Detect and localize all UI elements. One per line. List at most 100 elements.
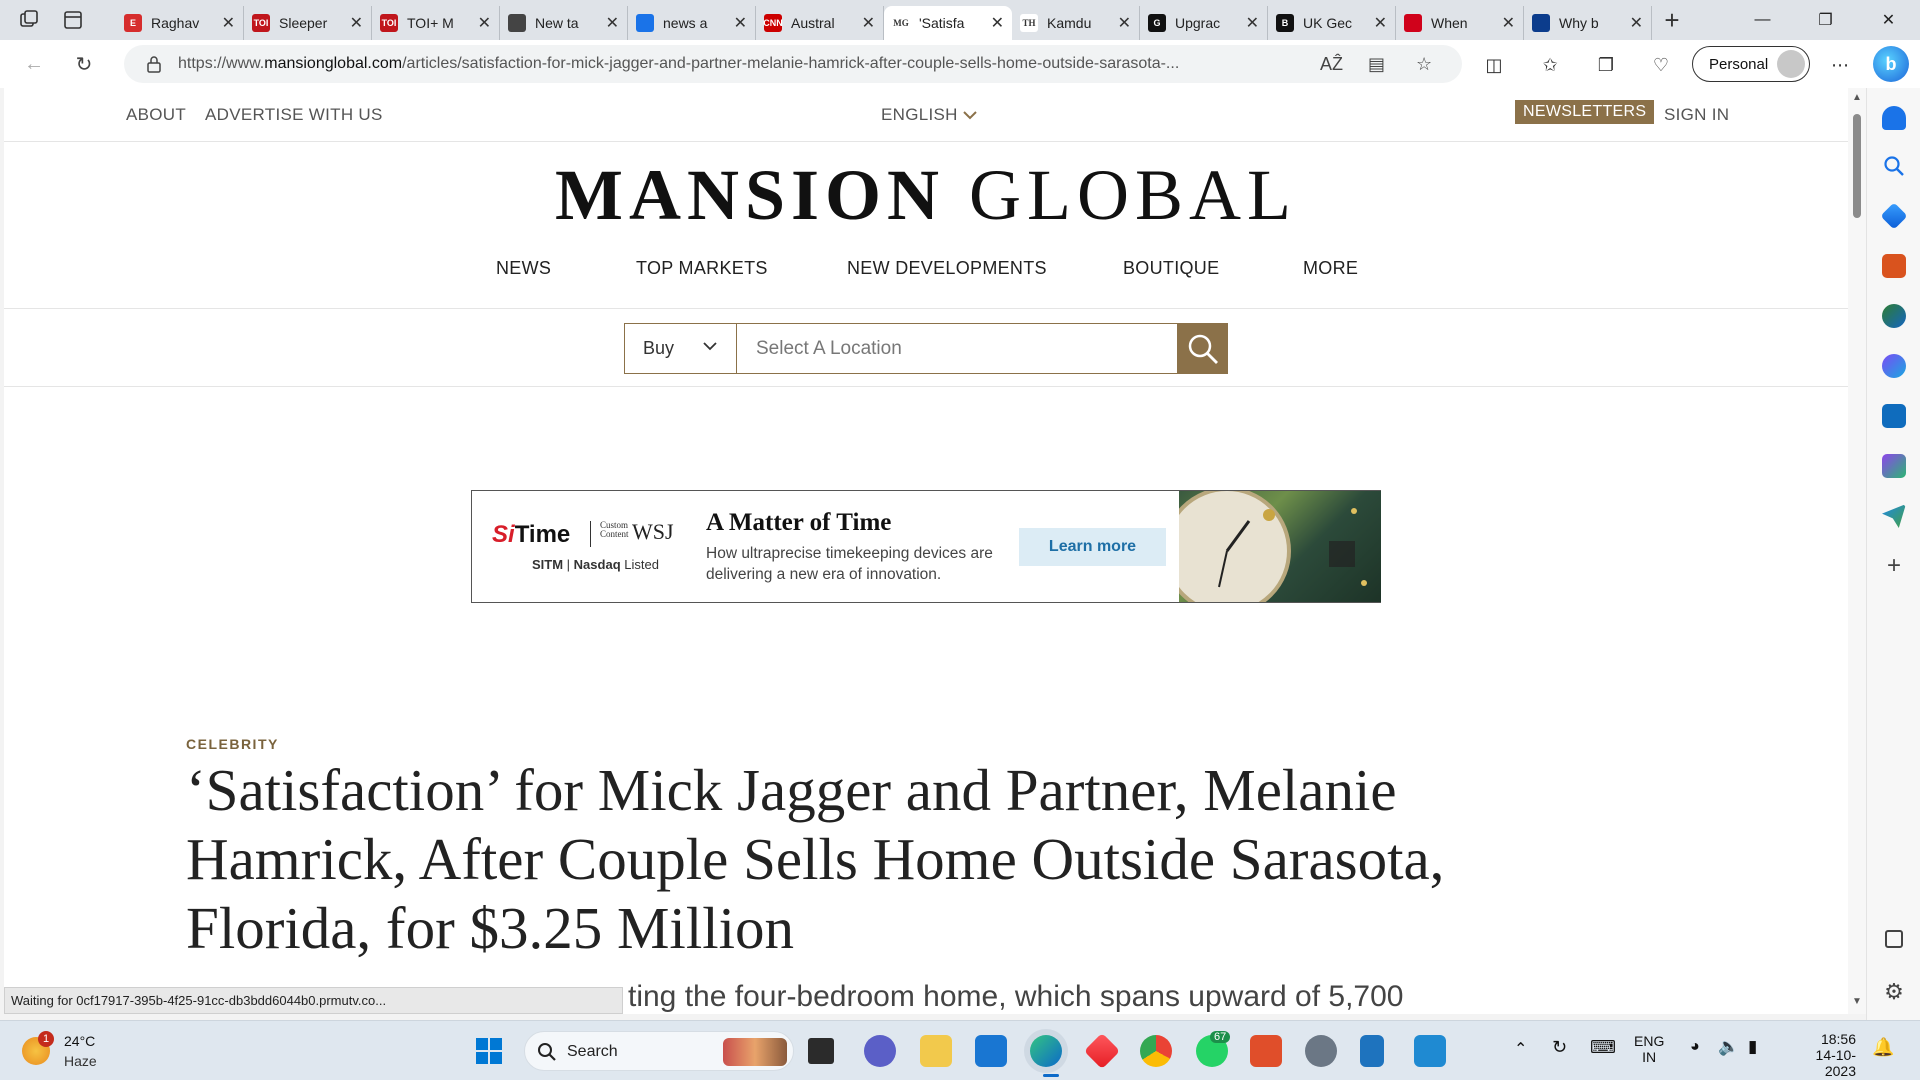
browser-tab[interactable]: B UK Gec ✕ bbox=[1268, 6, 1396, 40]
chrome-icon[interactable] bbox=[1140, 1035, 1172, 1067]
task-view-icon[interactable] bbox=[808, 1038, 834, 1064]
collections-icon[interactable]: ❐ bbox=[1592, 51, 1620, 79]
scrollbar-thumb[interactable] bbox=[1853, 114, 1861, 218]
bing-copilot-icon[interactable]: b bbox=[1873, 46, 1909, 82]
back-button[interactable]: ← bbox=[14, 44, 54, 84]
browser-tab[interactable]: New ta ✕ bbox=[500, 6, 628, 40]
close-tab-icon[interactable]: ✕ bbox=[606, 13, 619, 33]
browser-tab[interactable]: TOI Sleeper ✕ bbox=[244, 6, 372, 40]
outlook-icon[interactable] bbox=[1882, 404, 1906, 428]
search-button[interactable] bbox=[1178, 323, 1228, 374]
nav-top-markets[interactable]: TOP MARKETS bbox=[636, 258, 768, 279]
close-tab-icon[interactable]: ✕ bbox=[478, 13, 491, 33]
newsletters-button[interactable]: NEWSLETTERS bbox=[1515, 100, 1655, 124]
nav-new-developments[interactable]: NEW DEVELOPMENTS bbox=[847, 258, 1047, 279]
favorite-star-icon[interactable]: ☆ bbox=[1416, 54, 1432, 75]
volume-icon[interactable]: 🔈 bbox=[1718, 1037, 1739, 1057]
advertisement-banner[interactable]: SiTime Custom Content WSJ SITM | Nasdaq L… bbox=[471, 490, 1381, 603]
advertise-link[interactable]: ADVERTISE WITH US bbox=[205, 105, 383, 125]
split-screen-icon[interactable]: ◫ bbox=[1480, 51, 1508, 79]
battery-icon[interactable]: ▮ bbox=[1748, 1037, 1757, 1057]
read-aloud-icon[interactable]: AẐ bbox=[1320, 54, 1343, 75]
nav-boutique[interactable]: BOUTIQUE bbox=[1123, 258, 1219, 279]
favorites-icon[interactable]: ✩ bbox=[1536, 51, 1564, 79]
language-selector[interactable]: ENGLISH bbox=[881, 105, 977, 125]
wifi-icon[interactable]: ◕ bbox=[1690, 1038, 1700, 1056]
refresh-button[interactable]: ↻ bbox=[64, 44, 104, 84]
minimize-button[interactable]: — bbox=[1731, 0, 1794, 40]
article-category[interactable]: CELEBRITY bbox=[186, 736, 279, 752]
show-hidden-icons[interactable]: ⌃ bbox=[1514, 1039, 1527, 1059]
nav-news[interactable]: NEWS bbox=[496, 258, 551, 279]
close-tab-icon[interactable]: ✕ bbox=[222, 13, 235, 33]
browser-tab[interactable]: CNN Austral ✕ bbox=[756, 6, 884, 40]
notifications-bell-icon[interactable] bbox=[1882, 106, 1906, 130]
profile-button[interactable]: Personal bbox=[1692, 46, 1810, 82]
designer-icon[interactable] bbox=[1882, 454, 1906, 478]
close-tab-icon[interactable]: ✕ bbox=[1502, 13, 1515, 33]
edge-browser-icon[interactable] bbox=[1030, 1035, 1062, 1067]
close-tab-icon[interactable]: ✕ bbox=[862, 13, 875, 33]
vscode-icon[interactable] bbox=[1414, 1035, 1446, 1067]
app-diamond-icon[interactable] bbox=[1083, 1032, 1121, 1070]
about-link[interactable]: ABOUT bbox=[126, 105, 186, 125]
close-tab-icon[interactable]: ✕ bbox=[1374, 13, 1387, 33]
close-tab-icon[interactable]: ✕ bbox=[1246, 13, 1259, 33]
mail-icon[interactable] bbox=[975, 1035, 1007, 1067]
search-icon[interactable] bbox=[1882, 154, 1906, 178]
add-sidebar-app-icon[interactable]: + bbox=[1882, 554, 1906, 578]
browser-tab[interactable]: news a ✕ bbox=[628, 6, 756, 40]
browser-tab[interactable]: When ✕ bbox=[1396, 6, 1524, 40]
close-tab-icon[interactable]: ✕ bbox=[1630, 13, 1643, 33]
address-bar[interactable]: https://www.mansionglobal.com/articles/s… bbox=[124, 45, 1462, 83]
workspaces-icon[interactable] bbox=[18, 9, 40, 31]
teams-chat-icon[interactable] bbox=[864, 1035, 896, 1067]
taskbar-search[interactable]: Search bbox=[524, 1031, 794, 1071]
immersive-reader-icon[interactable]: ▤ bbox=[1368, 54, 1385, 75]
scroll-up-arrow[interactable]: ▲ bbox=[1852, 92, 1862, 103]
browser-tab[interactable]: E Raghav ✕ bbox=[116, 6, 244, 40]
url-text[interactable]: https://www.mansionglobal.com/articles/s… bbox=[178, 55, 1318, 73]
windows-start-icon[interactable] bbox=[473, 1035, 505, 1067]
shopping-tag-icon[interactable] bbox=[1880, 202, 1908, 230]
tools-briefcase-icon[interactable] bbox=[1882, 254, 1906, 278]
sync-icon[interactable]: ↻ bbox=[1552, 1037, 1567, 1058]
close-window-button[interactable]: ✕ bbox=[1857, 0, 1920, 40]
microsoft-365-icon[interactable] bbox=[1882, 354, 1906, 378]
location-input[interactable]: Select A Location bbox=[736, 323, 1178, 374]
file-explorer-icon[interactable] bbox=[920, 1035, 952, 1067]
scroll-down-arrow[interactable]: ▼ bbox=[1852, 996, 1862, 1007]
learn-more-button[interactable]: Learn more bbox=[1019, 528, 1166, 566]
clock[interactable]: 18:56 14-10-2023 bbox=[1786, 1031, 1856, 1079]
nav-more[interactable]: MORE bbox=[1303, 258, 1358, 279]
tab-actions-icon[interactable] bbox=[62, 9, 84, 31]
settings-icon[interactable] bbox=[1305, 1035, 1337, 1067]
close-tab-icon[interactable]: ✕ bbox=[991, 13, 1004, 33]
site-logo[interactable]: MANSION GLOBAL bbox=[4, 154, 1848, 237]
browser-tab[interactable]: TH Kamdu ✕ bbox=[1012, 6, 1140, 40]
browser-tab[interactable]: MG 'Satisfa ✕ bbox=[884, 6, 1012, 40]
browser-essentials-icon[interactable]: ♡ bbox=[1647, 51, 1675, 79]
browser-tab[interactable]: TOI TOI+ M ✕ bbox=[372, 6, 500, 40]
notification-center-icon[interactable]: 🔔 bbox=[1872, 1037, 1894, 1058]
games-icon[interactable] bbox=[1882, 304, 1906, 328]
close-tab-icon[interactable]: ✕ bbox=[734, 13, 747, 33]
new-tab-button[interactable]: + bbox=[1652, 5, 1692, 36]
keyboard-icon[interactable]: ⌨ bbox=[1590, 1037, 1616, 1058]
lock-icon[interactable] bbox=[146, 55, 162, 73]
language-indicator[interactable]: ENG IN bbox=[1634, 1033, 1664, 1065]
close-tab-icon[interactable]: ✕ bbox=[350, 13, 363, 33]
drop-send-icon[interactable] bbox=[1882, 504, 1906, 528]
notepad-icon[interactable] bbox=[1360, 1035, 1384, 1067]
hide-sidebar-icon[interactable] bbox=[1885, 930, 1903, 948]
restore-button[interactable]: ❐ bbox=[1794, 0, 1857, 40]
browser-tab[interactable]: G Upgrac ✕ bbox=[1140, 6, 1268, 40]
settings-gear-icon[interactable]: ⚙ bbox=[1882, 980, 1906, 1004]
more-menu-icon[interactable]: ⋯ bbox=[1826, 51, 1854, 79]
office-icon[interactable] bbox=[1250, 1035, 1282, 1067]
sign-in-link[interactable]: SIGN IN bbox=[1664, 105, 1729, 125]
browser-tab[interactable]: Why b ✕ bbox=[1524, 6, 1652, 40]
page-scrollbar[interactable]: ▲ ▼ bbox=[1848, 88, 1866, 1014]
close-tab-icon[interactable]: ✕ bbox=[1118, 13, 1131, 33]
buy-rent-select[interactable]: Buy bbox=[624, 323, 737, 374]
